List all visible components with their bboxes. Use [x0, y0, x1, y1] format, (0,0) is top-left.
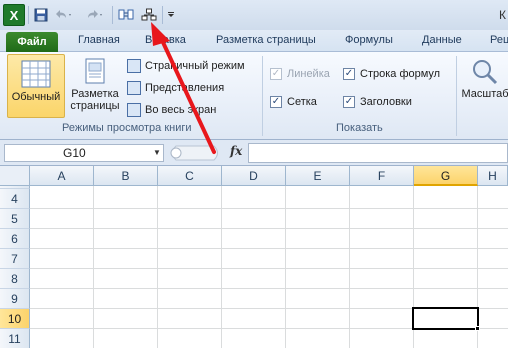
page-layout-view-button[interactable]: Разметка страницы [67, 54, 123, 118]
row-header-4[interactable]: 4 [0, 189, 30, 209]
column-header-b[interactable]: B [94, 166, 158, 186]
formula-bar-checkbox[interactable]: ✓ Строка формул [343, 66, 440, 82]
formula-bar-label: Строка формул [360, 68, 441, 80]
column-header-d[interactable]: D [222, 166, 286, 186]
row-header-9[interactable]: 9 [0, 289, 30, 309]
normal-view-icon [21, 60, 51, 88]
row-header-6[interactable]: 6 [0, 229, 30, 249]
full-screen-label: Во весь экран [145, 104, 217, 116]
row-header-8[interactable]: 8 [0, 269, 30, 289]
tab-home[interactable]: Главная [78, 34, 120, 52]
zoom-button[interactable]: Масштаб [460, 54, 508, 118]
grid-line [221, 186, 222, 348]
headings-label: Заголовки [360, 96, 412, 108]
tab-file[interactable]: Файл [6, 32, 58, 52]
formula-bar-check-icon: ✓ [343, 68, 355, 80]
page-break-preview-label: Страничный режим [145, 60, 245, 72]
zoom-label: Масштаб [461, 88, 508, 100]
window-title: К [499, 8, 506, 22]
ruler-checkbox[interactable]: ✓ Линейка [270, 66, 330, 82]
grid-line [157, 186, 158, 348]
worksheet-grid[interactable]: A B C D E F G H 3 4 5 6 7 8 9 10 11 [0, 166, 508, 348]
column-header-e[interactable]: E [286, 166, 350, 186]
group-separator [262, 56, 263, 136]
formula-bar-splitter-icon [170, 145, 218, 161]
ruler-check-icon: ✓ [270, 68, 282, 80]
grid-line [30, 228, 508, 229]
grid-line [30, 288, 508, 289]
select-all-corner[interactable] [0, 166, 30, 186]
column-header-a[interactable]: A [30, 166, 94, 186]
column-header-f[interactable]: F [350, 166, 414, 186]
magnifier-icon [473, 60, 498, 85]
customize-qat-icon[interactable] [165, 6, 177, 24]
grid-line [30, 208, 508, 209]
grid-line [93, 186, 94, 348]
column-header-g[interactable]: G [414, 166, 478, 186]
column-header-c[interactable]: C [158, 166, 222, 186]
full-screen-icon [127, 103, 141, 117]
gridlines-label: Сетка [287, 96, 317, 108]
save-icon[interactable] [32, 6, 50, 24]
qat-separator [112, 6, 113, 24]
page-layout-view-label: Разметка страницы [70, 88, 120, 112]
undo-icon[interactable] [52, 6, 74, 24]
group-separator [456, 56, 457, 136]
normal-view-label: Обычный [11, 91, 61, 103]
grid-line [349, 186, 350, 348]
row-header-10[interactable]: 10 [0, 309, 30, 329]
row-header-7[interactable]: 7 [0, 249, 30, 269]
qat-separator [162, 6, 163, 24]
page-break-preview-icon [127, 59, 141, 73]
name-box[interactable]: G10 [4, 144, 164, 162]
tab-page-layout[interactable]: Разметка страницы [216, 34, 316, 52]
gridlines-checkbox[interactable]: ✓ Сетка [270, 94, 317, 110]
tab-data[interactable]: Данные [422, 34, 462, 52]
name-box-dropdown-icon[interactable]: ▼ [150, 144, 164, 162]
page-layout-view-icon [85, 58, 105, 84]
grid-line [30, 268, 508, 269]
insert-function-icon[interactable]: fx [230, 144, 242, 158]
tab-formulas[interactable]: Формулы [345, 34, 393, 52]
show-group-label: Показать [336, 122, 383, 134]
selected-cell[interactable] [412, 307, 479, 330]
ribbon: Обычный Разметка страницы Страничный реж… [0, 52, 508, 140]
tab-review[interactable]: Реце [490, 34, 508, 52]
redo-icon[interactable] [84, 6, 106, 24]
excel-window: X К Файл Главная Вставка Разметка страни… [0, 0, 508, 348]
full-screen-button[interactable]: Во весь экран [127, 101, 216, 119]
row-header-5[interactable]: 5 [0, 209, 30, 229]
fill-handle[interactable] [475, 326, 480, 331]
ribbon-tabs: Файл Главная Вставка Разметка страницы Ф… [0, 30, 508, 52]
arrange-windows-icon[interactable] [140, 6, 158, 24]
qat-separator [28, 6, 29, 24]
normal-view-button[interactable]: Обычный [7, 54, 65, 118]
row-header-11[interactable]: 11 [0, 329, 30, 348]
ruler-label: Линейка [287, 68, 330, 80]
gridlines-check-icon: ✓ [270, 96, 282, 108]
grid-line [285, 186, 286, 348]
grid-line [30, 248, 508, 249]
views-group-label: Режимы просмотра книги [62, 122, 192, 134]
column-header-h[interactable]: H [478, 166, 508, 186]
formula-bar: G10 ▼ fx [0, 140, 508, 166]
title-bar: X К [0, 0, 508, 30]
headings-check-icon: ✓ [343, 96, 355, 108]
tab-insert[interactable]: Вставка [145, 34, 186, 52]
headings-checkbox[interactable]: ✓ Заголовки [343, 94, 412, 110]
formula-input[interactable] [248, 143, 508, 163]
page-break-preview-button[interactable]: Страничный режим [127, 57, 245, 75]
compare-side-by-side-icon[interactable] [117, 6, 135, 24]
excel-icon[interactable]: X [3, 4, 25, 26]
custom-views-label: Представления [145, 82, 225, 94]
custom-views-button[interactable]: Представления [127, 79, 224, 97]
custom-views-icon [127, 81, 141, 95]
